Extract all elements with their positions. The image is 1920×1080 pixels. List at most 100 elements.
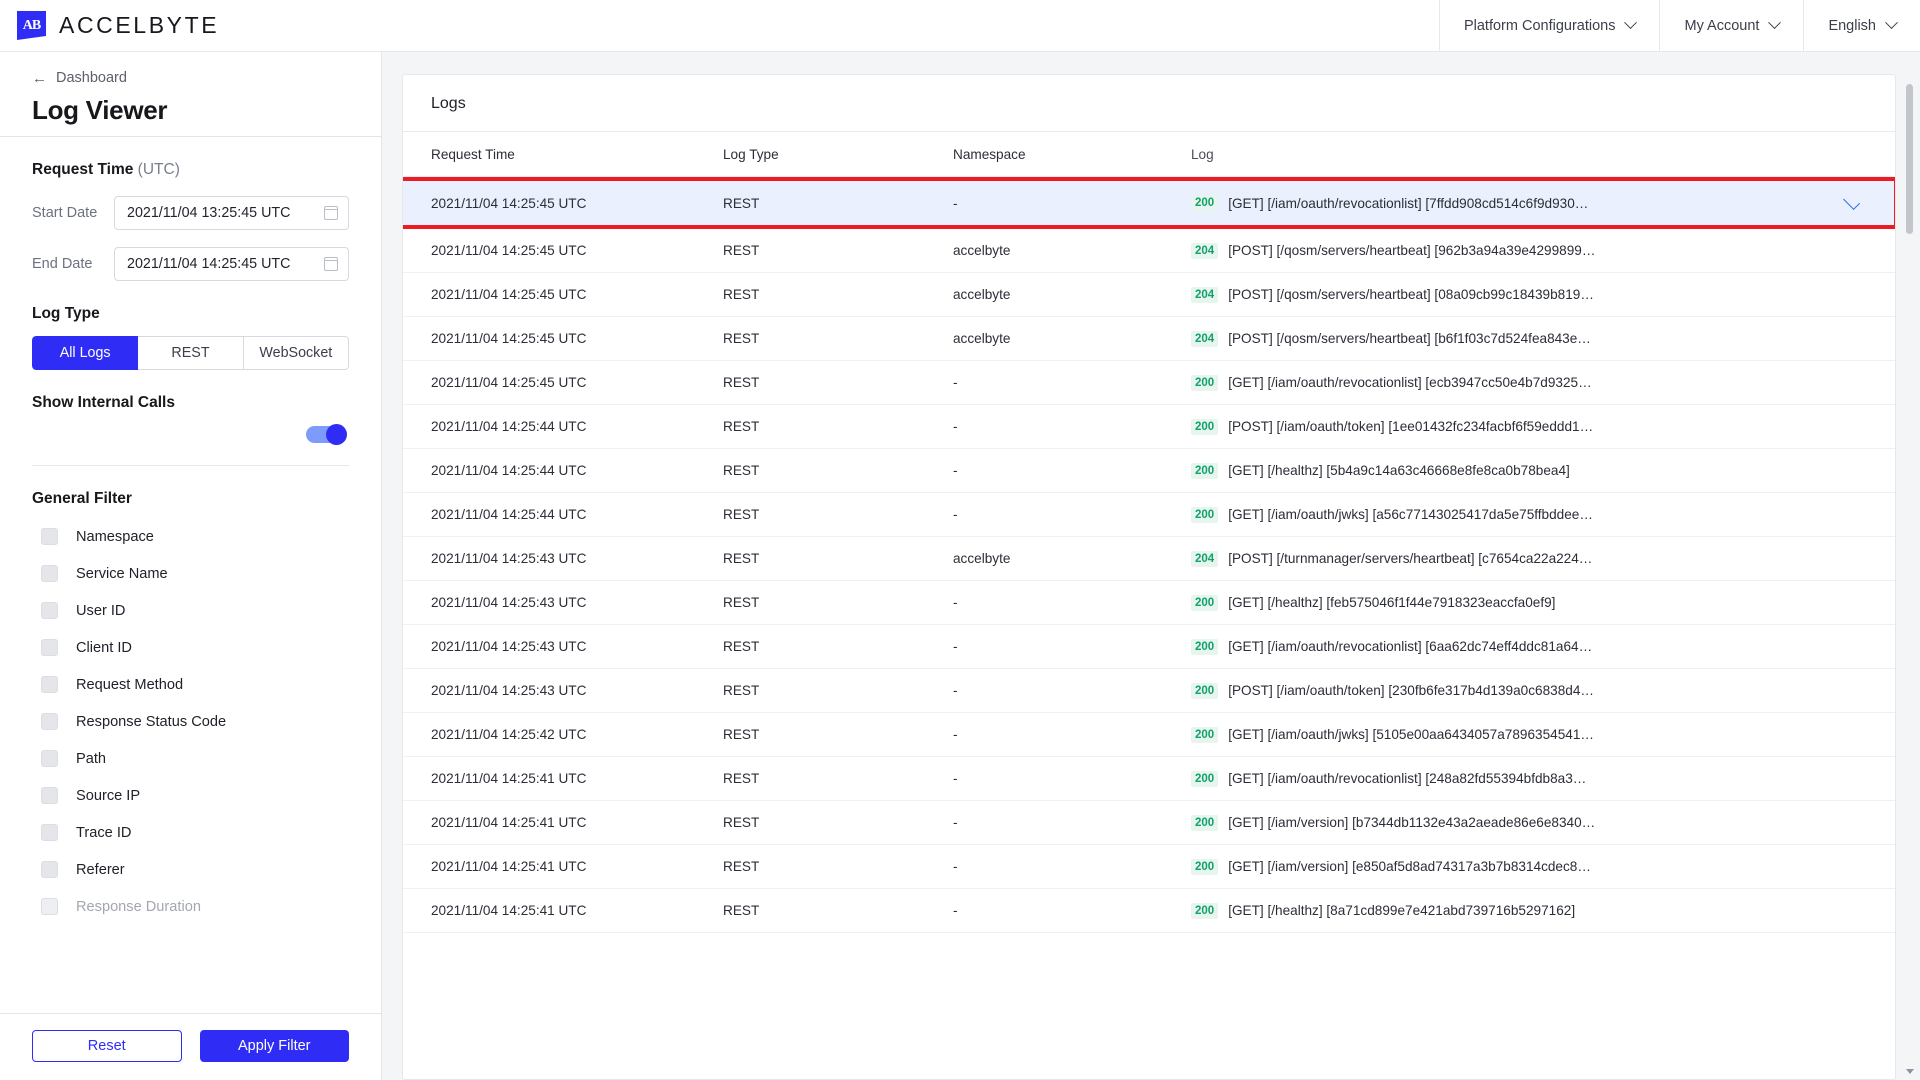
log-type-option-all-logs[interactable]: All Logs (32, 336, 139, 370)
filter-checkbox-service-name[interactable]: Service Name (32, 565, 349, 582)
start-date-input[interactable]: 2021/11/04 13:25:45 UTC (114, 196, 349, 230)
brand-name: ACCELBYTE (59, 12, 220, 38)
status-badge: 200 (1191, 902, 1219, 919)
filter-checkbox-namespace[interactable]: Namespace (32, 528, 349, 545)
cell-log: 204 [POST] [/qosm/servers/heartbeat] [08… (1191, 286, 1867, 303)
table-row[interactable]: 2021/11/04 14:25:41 UTC REST - 200 [GET]… (403, 801, 1895, 845)
checkbox-icon[interactable] (41, 787, 58, 804)
checkbox-icon[interactable] (41, 565, 58, 582)
calendar-icon[interactable] (323, 206, 339, 220)
cell-namespace: - (953, 463, 958, 478)
table-row[interactable]: 2021/11/04 14:25:43 UTC REST - 200 [POST… (403, 669, 1895, 713)
table-row[interactable]: 2021/11/04 14:25:44 UTC REST - 200 [GET]… (403, 449, 1895, 493)
checkbox-icon[interactable] (41, 602, 58, 619)
logs-table: Request Time Log Type Namespace Log 2021… (403, 132, 1895, 933)
filter-checkbox-request-method[interactable]: Request Method (32, 676, 349, 693)
cell-log: 200 [GET] [/iam/oauth/revocationlist] [7… (1191, 192, 1867, 211)
start-date-row: Start Date 2021/11/04 13:25:45 UTC (32, 196, 349, 230)
filter-label: User ID (76, 602, 126, 619)
cell-log: 204 [POST] [/turnmanager/servers/heartbe… (1191, 550, 1867, 567)
breadcrumb[interactable]: ← Dashboard (32, 70, 349, 86)
cell-log: 200 [GET] [/iam/oauth/revocationlist] [6… (1191, 638, 1867, 655)
cell-log-type: REST (723, 551, 760, 566)
status-badge: 200 (1191, 418, 1219, 435)
page-scrollbar[interactable] (1904, 74, 1915, 1080)
cell-log-type: REST (723, 771, 760, 786)
cell-namespace: - (953, 639, 958, 654)
status-badge: 200 (1191, 195, 1219, 211)
status-badge: 204 (1191, 330, 1219, 347)
status-badge: 200 (1191, 506, 1219, 523)
calendar-icon[interactable] (323, 257, 339, 271)
cell-log-type: REST (723, 375, 760, 390)
cell-request-time: 2021/11/04 14:25:41 UTC (431, 903, 587, 918)
table-row[interactable]: 2021/11/04 14:25:45 UTC REST - 200 [GET]… (403, 177, 1895, 229)
checkbox-icon[interactable] (41, 639, 58, 656)
table-row[interactable]: 2021/11/04 14:25:45 UTC REST accelbyte 2… (403, 273, 1895, 317)
filter-label: Response Duration (76, 898, 201, 915)
reset-button[interactable]: Reset (32, 1030, 182, 1062)
table-row[interactable]: 2021/11/04 14:25:43 UTC REST - 200 [GET]… (403, 581, 1895, 625)
log-message: [POST] [/turnmanager/servers/heartbeat] … (1228, 551, 1593, 566)
table-row[interactable]: 2021/11/04 14:25:43 UTC REST - 200 [GET]… (403, 625, 1895, 669)
checkbox-icon[interactable] (41, 676, 58, 693)
filter-checkbox-client-id[interactable]: Client ID (32, 639, 349, 656)
chevron-down-icon (1624, 16, 1638, 30)
cell-log-type: REST (723, 683, 760, 698)
log-message: [POST] [/qosm/servers/heartbeat] [b6f1f0… (1228, 331, 1591, 346)
checkbox-icon[interactable] (41, 528, 58, 545)
table-row[interactable]: 2021/11/04 14:25:42 UTC REST - 200 [GET]… (403, 713, 1895, 757)
cell-request-time: 2021/11/04 14:25:43 UTC (431, 683, 587, 698)
cell-namespace: - (953, 419, 958, 434)
table-row[interactable]: 2021/11/04 14:25:45 UTC REST accelbyte 2… (403, 229, 1895, 273)
table-row[interactable]: 2021/11/04 14:25:45 UTC REST accelbyte 2… (403, 317, 1895, 361)
log-type-option-rest[interactable]: REST (138, 336, 244, 370)
log-type-option-websocket[interactable]: WebSocket (243, 336, 349, 370)
scroll-down-arrow-icon[interactable] (1906, 1069, 1914, 1074)
table-row[interactable]: 2021/11/04 14:25:43 UTC REST accelbyte 2… (403, 537, 1895, 581)
status-badge: 200 (1191, 814, 1219, 831)
filter-checkbox-trace-id[interactable]: Trace ID (32, 824, 349, 841)
filter-checkbox-referer[interactable]: Referer (32, 861, 349, 878)
nav-my-account[interactable]: My Account (1659, 0, 1803, 52)
table-row[interactable]: 2021/11/04 14:25:41 UTC REST - 200 [GET]… (403, 889, 1895, 933)
show-internal-calls-row (32, 424, 349, 445)
nav-language[interactable]: English (1803, 0, 1920, 52)
brand-logo[interactable]: AB ACCELBYTE (0, 11, 219, 40)
end-date-value: 2021/11/04 14:25:45 UTC (127, 256, 291, 272)
top-nav: Platform Configurations My Account Engli… (1438, 0, 1920, 52)
table-row[interactable]: 2021/11/04 14:25:45 UTC REST - 200 [GET]… (403, 361, 1895, 405)
table-row[interactable]: 2021/11/04 14:25:44 UTC REST - 200 [GET]… (403, 493, 1895, 537)
filter-label: Referer (76, 861, 125, 878)
filter-label: Path (76, 750, 107, 767)
log-message: [GET] [/healthz] [8a71cd899e7e421abd7397… (1228, 903, 1576, 918)
end-date-input[interactable]: 2021/11/04 14:25:45 UTC (114, 247, 349, 281)
status-badge: 200 (1191, 374, 1219, 391)
checkbox-icon[interactable] (41, 861, 58, 878)
apply-filter-button[interactable]: Apply Filter (199, 1030, 349, 1062)
scrollbar-thumb[interactable] (1906, 84, 1913, 234)
checkbox-icon[interactable] (41, 824, 58, 841)
cell-request-time: 2021/11/04 14:25:41 UTC (431, 815, 587, 830)
filter-checkbox-user-id[interactable]: User ID (32, 602, 349, 619)
table-row[interactable]: 2021/11/04 14:25:41 UTC REST - 200 [GET]… (403, 845, 1895, 889)
cell-namespace: - (953, 375, 958, 390)
nav-platform-configurations[interactable]: Platform Configurations (1438, 0, 1660, 52)
chevron-down-icon[interactable] (1843, 192, 1860, 210)
cell-log-type: REST (723, 815, 760, 830)
body-wrapper: ← Dashboard Log Viewer Request Time (UTC… (0, 52, 1920, 1080)
column-header-log: Log (1191, 146, 1214, 162)
cell-log: 200 [GET] [/iam/oauth/revocationlist] [2… (1191, 770, 1867, 787)
filter-checkbox-response-status-code[interactable]: Response Status Code (32, 713, 349, 730)
table-row[interactable]: 2021/11/04 14:25:41 UTC REST - 200 [GET]… (403, 757, 1895, 801)
table-row[interactable]: 2021/11/04 14:25:44 UTC REST - 200 [POST… (403, 405, 1895, 449)
logs-table-header: Request Time Log Type Namespace Log (403, 132, 1895, 177)
column-header-request-time: Request Time (431, 146, 515, 162)
show-internal-calls-toggle[interactable] (306, 424, 347, 445)
checkbox-icon[interactable] (41, 713, 58, 730)
log-message: [GET] [/iam/oauth/revocationlist] [ecb39… (1228, 375, 1592, 390)
cell-log: 200 [GET] [/healthz] [8a71cd899e7e421abd… (1191, 902, 1867, 919)
filter-checkbox-source-ip[interactable]: Source IP (32, 787, 349, 804)
checkbox-icon[interactable] (41, 750, 58, 767)
filter-checkbox-path[interactable]: Path (32, 750, 349, 767)
